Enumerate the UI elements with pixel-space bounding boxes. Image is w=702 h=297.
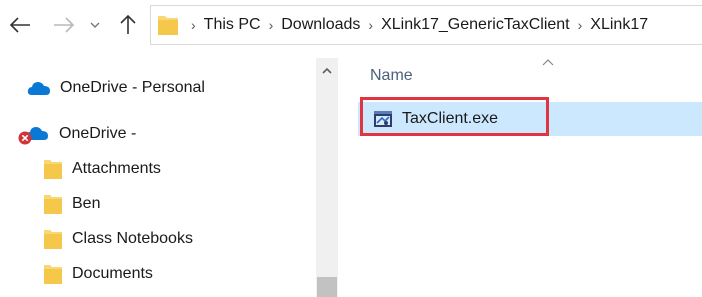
error-x-icon	[18, 131, 32, 145]
navigation-pane: OneDrive - Personal OneDrive - Attachmen…	[0, 58, 316, 297]
recent-locations-button[interactable]	[87, 11, 103, 39]
chevron-down-icon	[90, 22, 100, 28]
tree-item-attachments[interactable]: Attachments	[43, 157, 161, 181]
navigation-bar: › This PC › Downloads › XLink17_GenericT…	[0, 0, 702, 50]
breadcrumb-separator-icon[interactable]: ›	[368, 17, 373, 33]
tree-item-documents[interactable]: Documents	[43, 262, 153, 286]
folder-icon	[43, 263, 63, 285]
tree-item-label: Attachments	[72, 160, 161, 177]
address-bar[interactable]: › This PC › Downloads › XLink17_GenericT…	[150, 5, 702, 45]
column-header-label: Name	[370, 67, 413, 84]
tree-item-label: Class Notebooks	[72, 230, 193, 247]
tree-item-onedrive-work[interactable]: OneDrive -	[18, 122, 136, 146]
back-button[interactable]	[6, 11, 34, 39]
breadcrumb-this-pc[interactable]: This PC	[204, 14, 261, 36]
tree-item-label: Ben	[72, 195, 101, 212]
breadcrumb-generic-tax-client[interactable]: XLink17_GenericTaxClient	[381, 14, 570, 36]
breadcrumb-separator-icon[interactable]: ›	[269, 17, 274, 33]
tree-item-label: OneDrive -	[59, 125, 137, 142]
breadcrumb-separator-icon: ›	[191, 17, 196, 33]
chevron-up-icon	[322, 67, 332, 74]
breadcrumb-xlink17[interactable]: XLink17	[590, 14, 648, 36]
up-button[interactable]	[114, 11, 142, 39]
application-exe-icon	[373, 109, 393, 129]
scroll-up-button[interactable]	[316, 60, 338, 80]
onedrive-cloud-icon	[27, 80, 51, 96]
back-arrow-icon	[9, 17, 30, 33]
tree-item-label: Documents	[72, 265, 153, 282]
breadcrumb-downloads[interactable]: Downloads	[281, 14, 360, 36]
file-row[interactable]: TaxClient.exe	[358, 102, 702, 136]
tree-item-onedrive-personal[interactable]: OneDrive - Personal	[27, 76, 205, 100]
tree-item-ben[interactable]: Ben	[43, 192, 100, 216]
folder-icon	[43, 228, 63, 250]
up-arrow-icon	[120, 15, 136, 34]
tree-item-class-notebooks[interactable]: Class Notebooks	[43, 227, 193, 251]
tree-item-label: OneDrive - Personal	[60, 79, 205, 96]
file-name: TaxClient.exe	[402, 110, 499, 127]
onedrive-cloud-icon	[18, 123, 50, 145]
folder-icon	[43, 193, 63, 215]
folder-icon	[157, 13, 179, 37]
scrollbar-thumb[interactable]	[317, 277, 337, 297]
forward-button[interactable]	[50, 11, 78, 39]
folder-icon	[43, 158, 63, 180]
file-list-pane: Name TaxClient.exe	[338, 50, 702, 297]
column-header-name[interactable]: Name	[338, 50, 702, 94]
navigation-pane-scrollbar[interactable]	[316, 58, 338, 297]
forward-arrow-icon	[54, 17, 75, 33]
sort-ascending-icon	[542, 59, 554, 66]
breadcrumb-separator-icon[interactable]: ›	[578, 17, 583, 33]
file-explorer-window: › This PC › Downloads › XLink17_GenericT…	[0, 0, 702, 297]
